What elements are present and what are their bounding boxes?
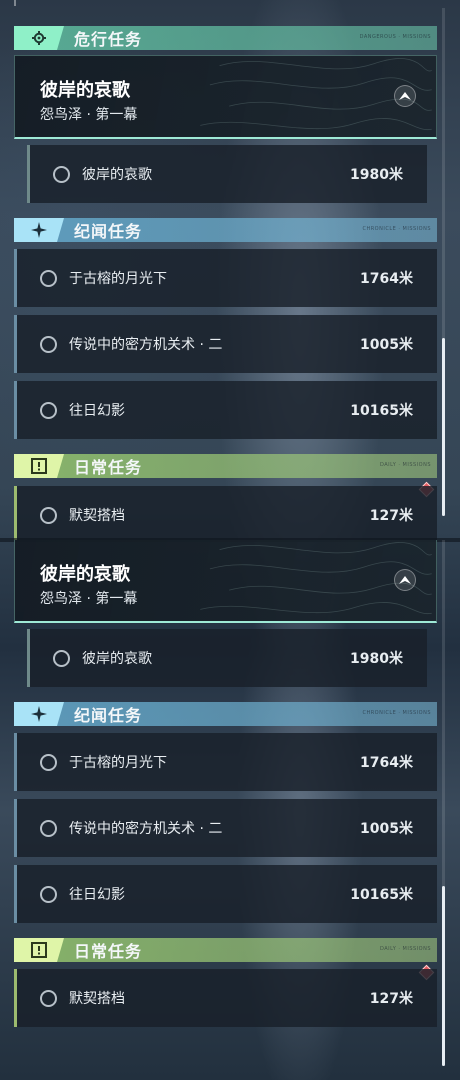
gear-target-icon bbox=[14, 26, 64, 50]
quest-row[interactable]: 于古榕的月光下 1764米 bbox=[14, 249, 437, 307]
featured-quest-card[interactable]: 彼岸的哀歌 怨鸟泽 · 第一幕 bbox=[14, 540, 437, 623]
radio-circle-icon[interactable] bbox=[40, 753, 57, 771]
quest-step-row[interactable]: 彼岸的哀歌 1980米 bbox=[27, 629, 427, 687]
quest-step-row[interactable]: 彼岸的哀歌 1980米 bbox=[27, 145, 427, 203]
track-quest-button[interactable] bbox=[394, 85, 416, 107]
quest-name: 往日幻影 bbox=[69, 887, 125, 903]
quest-row[interactable]: 传说中的密方机关术 · 二 1005米 bbox=[14, 315, 437, 373]
quest-distance: 1005米 bbox=[360, 337, 413, 353]
quest-title: 彼岸的哀歌 bbox=[40, 564, 130, 585]
quest-distance: 1980米 bbox=[350, 651, 403, 667]
quest-distance: 1980米 bbox=[350, 167, 403, 183]
featured-quest-card[interactable]: 彼岸的哀歌 怨鸟泽 · 第一幕 bbox=[14, 55, 437, 139]
quest-row[interactable]: 往日幻影 10165米 bbox=[14, 865, 437, 923]
category-tag: DAILY · MISSIONS bbox=[379, 946, 431, 952]
category-header-lore[interactable]: 纪闻任务 CHRONICLE · MISSIONS bbox=[14, 702, 437, 726]
quest-title: 彼岸的哀歌 bbox=[40, 80, 130, 101]
radio-circle-icon[interactable] bbox=[53, 649, 70, 667]
quest-distance: 127米 bbox=[369, 991, 413, 1007]
quest-subtitle: 怨鸟泽 · 第一幕 bbox=[40, 591, 138, 607]
radio-circle-icon[interactable] bbox=[40, 506, 57, 524]
category-title: 纪闻任务 bbox=[74, 706, 143, 725]
quest-name: 默契搭档 bbox=[69, 508, 125, 524]
category-header-danger[interactable]: 危行任务 DANGEROUS · MISSIONS bbox=[14, 26, 437, 50]
scroll-edge-marker bbox=[14, 0, 16, 6]
quest-row[interactable]: 默契搭档 127米 bbox=[14, 969, 437, 1027]
quest-name: 传说中的密方机关术 · 二 bbox=[69, 337, 223, 353]
category-header-daily[interactable]: 日常任务 DAILY · MISSIONS bbox=[14, 938, 437, 962]
exclamation-box-icon bbox=[14, 938, 64, 962]
quest-list-panel-bottom: 彼岸的哀歌 怨鸟泽 · 第一幕 彼岸的哀歌 1980米 纪闻任务 CHRONIC… bbox=[0, 540, 460, 1080]
category-header-daily[interactable]: 日常任务 DAILY · MISSIONS bbox=[14, 454, 437, 478]
scrollbar-track[interactable] bbox=[442, 540, 445, 1066]
quest-name: 于古榕的月光下 bbox=[69, 271, 167, 287]
quest-step-name: 彼岸的哀歌 bbox=[82, 167, 152, 183]
quest-name: 往日幻影 bbox=[69, 403, 125, 419]
category-title: 纪闻任务 bbox=[74, 222, 143, 241]
quest-distance: 10165米 bbox=[350, 887, 413, 903]
quest-name: 传说中的密方机关术 · 二 bbox=[69, 821, 223, 837]
category-title: 日常任务 bbox=[74, 458, 143, 477]
radio-circle-icon[interactable] bbox=[40, 989, 57, 1007]
scrollbar-thumb[interactable] bbox=[442, 338, 445, 516]
category-title: 日常任务 bbox=[74, 942, 143, 961]
category-tag: DANGEROUS · MISSIONS bbox=[359, 34, 431, 40]
quest-distance: 1764米 bbox=[360, 755, 413, 771]
category-tag: CHRONICLE · MISSIONS bbox=[362, 710, 431, 716]
quest-row[interactable]: 于古榕的月光下 1764米 bbox=[14, 733, 437, 791]
radio-circle-icon[interactable] bbox=[40, 269, 57, 287]
radio-circle-icon[interactable] bbox=[40, 819, 57, 837]
quest-list-panel-top: 危行任务 DANGEROUS · MISSIONS 彼岸的哀歌 怨鸟泽 · 第一… bbox=[0, 0, 460, 540]
quest-subtitle: 怨鸟泽 · 第一幕 bbox=[40, 107, 138, 123]
quest-step-name: 彼岸的哀歌 bbox=[82, 651, 152, 667]
quest-distance: 127米 bbox=[369, 508, 413, 524]
radio-circle-icon[interactable] bbox=[40, 401, 57, 419]
scrollbar-track[interactable] bbox=[442, 8, 445, 516]
quest-row[interactable]: 传说中的密方机关术 · 二 1005米 bbox=[14, 799, 437, 857]
quest-name: 默契搭档 bbox=[69, 991, 125, 1007]
category-header-lore[interactable]: 纪闻任务 CHRONICLE · MISSIONS bbox=[14, 218, 437, 242]
quest-row[interactable]: 默契搭档 127米 bbox=[14, 486, 437, 540]
quest-row[interactable]: 往日幻影 10165米 bbox=[14, 381, 437, 439]
category-tag: DAILY · MISSIONS bbox=[379, 462, 431, 468]
scrollbar-thumb[interactable] bbox=[442, 886, 445, 1066]
exclamation-box-icon bbox=[14, 454, 64, 478]
radio-circle-icon[interactable] bbox=[40, 885, 57, 903]
category-title: 危行任务 bbox=[74, 30, 143, 49]
radio-circle-icon[interactable] bbox=[53, 165, 70, 183]
mountain-arrow-icon bbox=[399, 92, 411, 100]
track-quest-button[interactable] bbox=[394, 569, 416, 591]
sparkle-icon bbox=[14, 218, 64, 242]
category-tag: CHRONICLE · MISSIONS bbox=[362, 226, 431, 232]
quest-distance: 1005米 bbox=[360, 821, 413, 837]
quest-distance: 1764米 bbox=[360, 271, 413, 287]
sparkle-icon bbox=[14, 702, 64, 726]
radio-circle-icon[interactable] bbox=[40, 335, 57, 353]
quest-name: 于古榕的月光下 bbox=[69, 755, 167, 771]
mountain-arrow-icon bbox=[399, 576, 411, 584]
quest-distance: 10165米 bbox=[350, 403, 413, 419]
